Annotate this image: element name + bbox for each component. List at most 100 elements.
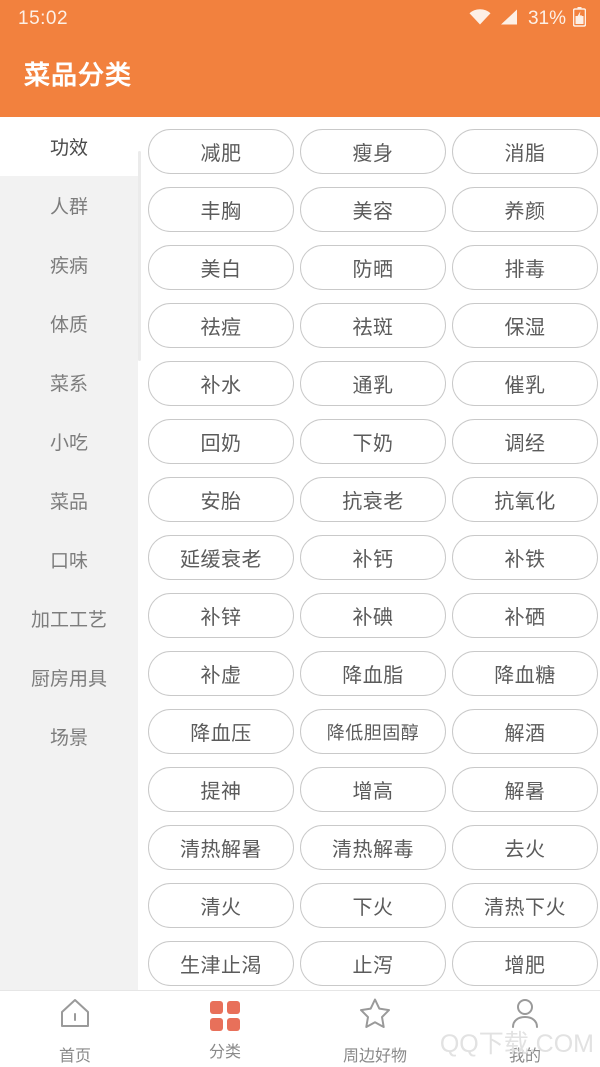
tag-pill[interactable]: 抗衰老 xyxy=(300,477,446,522)
tag-pill[interactable]: 回奶 xyxy=(148,419,294,464)
tag-pill[interactable]: 生津止渴 xyxy=(148,941,294,986)
tab-首页[interactable]: 首页 xyxy=(0,991,150,1067)
tag-pill[interactable]: 美白 xyxy=(148,245,294,290)
sidebar-item-label: 加工工艺 xyxy=(30,610,107,631)
tag-pill[interactable]: 保湿 xyxy=(452,303,598,348)
signal-icon xyxy=(499,8,519,31)
status-indicators: 31% xyxy=(468,6,587,32)
tag-cell: 美容 xyxy=(300,187,452,245)
app-header: 菜品分类 xyxy=(0,38,600,117)
tag-pill[interactable]: 养颜 xyxy=(452,187,598,232)
wifi-icon xyxy=(468,8,492,31)
tag-cell: 养颜 xyxy=(452,187,600,245)
tag-pill[interactable]: 排毒 xyxy=(452,245,598,290)
sidebar-item-3[interactable]: 体质 xyxy=(0,294,138,353)
tag-pill[interactable]: 补水 xyxy=(148,361,294,406)
person-icon xyxy=(508,996,542,1035)
tag-pill[interactable]: 延缓衰老 xyxy=(148,535,294,580)
sidebar-item-4[interactable]: 菜系 xyxy=(0,353,138,412)
tag-pill[interactable]: 丰胸 xyxy=(148,187,294,232)
sidebar-item-10[interactable]: 场景 xyxy=(0,707,138,766)
tab-我的[interactable]: 我的 xyxy=(450,991,600,1067)
tab-周边好物[interactable]: 周边好物 xyxy=(300,991,450,1067)
status-bar: 15:02 31% xyxy=(0,0,600,38)
grid-icon-square xyxy=(210,1000,223,1014)
tag-pill[interactable]: 降血糖 xyxy=(452,651,598,696)
tag-cell: 去火 xyxy=(452,825,600,883)
tag-pill[interactable]: 下火 xyxy=(300,883,446,928)
tag-pill[interactable]: 通乳 xyxy=(300,361,446,406)
sidebar-item-label: 菜系 xyxy=(49,374,88,395)
tab-分类[interactable]: 分类 xyxy=(150,991,300,1067)
tag-cell: 抗氧化 xyxy=(452,477,600,535)
tag-pill[interactable]: 清热解毒 xyxy=(300,825,446,870)
star-icon xyxy=(358,996,392,1035)
category-sidebar[interactable]: 功效 人群 疾病 体质菜系小吃 菜品口味加工工艺厨房用具场景 xyxy=(0,117,138,990)
tag-pill[interactable]: 消脂 xyxy=(452,129,598,174)
tag-pill[interactable]: 解酒 xyxy=(452,709,598,754)
tag-pill[interactable]: 补虚 xyxy=(148,651,294,696)
tag-pill[interactable]: 止泻 xyxy=(300,941,446,986)
tag-pill[interactable]: 清火 xyxy=(148,883,294,928)
sidebar-item-label: 厨房用具 xyxy=(30,669,107,690)
tag-pill[interactable]: 调经 xyxy=(452,419,598,464)
tag-pill[interactable]: 补锌 xyxy=(148,593,294,638)
tag-cell: 解酒 xyxy=(452,709,600,767)
tag-cell: 瘦身 xyxy=(300,129,452,187)
tag-panel: 减肥 瘦身 消脂丰胸 美容 养颜美白 防晒 排毒祛痘 祛斑 保湿补水 通乳 催乳回奶 下奶 调经安胎 抗衰… xyxy=(138,117,600,990)
sidebar-item-5[interactable]: 小吃 xyxy=(0,412,138,471)
tag-pill[interactable]: 去火 xyxy=(452,825,598,870)
tag-pill[interactable]: 下奶 xyxy=(300,419,446,464)
tag-cell: 排毒 xyxy=(452,245,600,303)
tag-pill[interactable]: 补钙 xyxy=(300,535,446,580)
sidebar-item-1[interactable]: 人群 xyxy=(0,176,138,235)
tag-cell: 补硒 xyxy=(452,593,600,651)
sidebar-item-label: 场景 xyxy=(49,728,88,749)
tag-pill[interactable]: 增高 xyxy=(300,767,446,812)
tag-pill[interactable]: 补硒 xyxy=(452,593,598,638)
tag-cell: 补水 xyxy=(148,361,300,419)
sidebar-item-2[interactable]: 疾病 xyxy=(0,235,138,294)
tag-pill[interactable]: 防晒 xyxy=(300,245,446,290)
tag-pill[interactable]: 清热解暑 xyxy=(148,825,294,870)
sidebar-item-8[interactable]: 加工工艺 xyxy=(0,589,138,648)
grid-icon xyxy=(210,1000,240,1031)
sidebar-item-6[interactable]: 菜品 xyxy=(0,471,138,530)
sidebar-item-7[interactable]: 口味 xyxy=(0,530,138,589)
tag-pill[interactable]: 降低胆固醇 xyxy=(300,709,446,754)
grid-icon-square xyxy=(210,1017,223,1031)
tag-pill[interactable]: 安胎 xyxy=(148,477,294,522)
sidebar-item-9[interactable]: 厨房用具 xyxy=(0,648,138,707)
battery-percent-label: 31% xyxy=(527,8,566,29)
tag-cell: 催乳 xyxy=(452,361,600,419)
tag-cell: 延缓衰老 xyxy=(148,535,300,593)
sidebar-item-label: 口味 xyxy=(49,551,88,572)
grid-icon-square xyxy=(227,1017,240,1031)
tag-pill[interactable]: 抗氧化 xyxy=(452,477,598,522)
tag-pill[interactable]: 补碘 xyxy=(300,593,446,638)
tag-cell: 补虚 xyxy=(148,651,300,709)
tag-pill[interactable]: 降血压 xyxy=(148,709,294,754)
tag-cell: 降低胆固醇 xyxy=(300,709,452,767)
tag-pill[interactable]: 提神 xyxy=(148,767,294,812)
tag-cell: 生津止渴 xyxy=(148,941,300,990)
tag-cell: 通乳 xyxy=(300,361,452,419)
tag-pill[interactable]: 降血脂 xyxy=(300,651,446,696)
tag-pill[interactable]: 增肥 xyxy=(452,941,598,986)
scroll-indicator[interactable] xyxy=(138,151,141,361)
tag-cell: 补铁 xyxy=(452,535,600,593)
tag-cell: 美白 xyxy=(148,245,300,303)
tag-pill[interactable]: 瘦身 xyxy=(300,129,446,174)
tag-cell: 防晒 xyxy=(300,245,452,303)
tag-pill[interactable]: 解暑 xyxy=(452,767,598,812)
tag-pill[interactable]: 减肥 xyxy=(148,129,294,174)
page-title: 菜品分类 xyxy=(24,60,133,90)
tag-pill[interactable]: 清热下火 xyxy=(452,883,598,928)
tag-pill[interactable]: 补铁 xyxy=(452,535,598,580)
tag-cell: 清火 xyxy=(148,883,300,941)
tag-pill[interactable]: 祛痘 xyxy=(148,303,294,348)
tag-pill[interactable]: 祛斑 xyxy=(300,303,446,348)
tag-pill[interactable]: 催乳 xyxy=(452,361,598,406)
tag-pill[interactable]: 美容 xyxy=(300,187,446,232)
sidebar-item-0[interactable]: 功效 xyxy=(0,117,138,176)
